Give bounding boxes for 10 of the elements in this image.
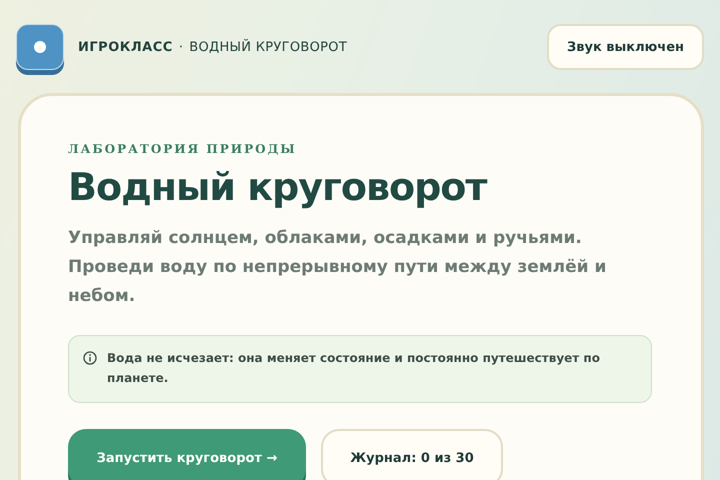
separator: · [178,40,184,54]
page-title: Водный круговорот [68,164,488,210]
info-icon [83,351,97,365]
sound-button[interactable]: Звук выключен [547,24,704,70]
lead-paragraph: Управляй солнцем, облаками, осадками и ручьями. Проведи воду по непрерывному пути между землёй и небом. [68,227,608,308]
eyebrow-label: ЛАБОРАТОРИЯ ПРИРОДЫ [68,142,298,156]
brand-name: ИГРОКЛАСС [78,40,173,54]
page-subtitle: ВОДНЫЙ КРУГОВОРОТ [189,40,348,54]
info-text: Вода не исчезает: она меняет состояние и постоянно путешествует по планете. [107,350,601,387]
journal-button[interactable]: Журнал: 0 из 30 [321,429,503,480]
